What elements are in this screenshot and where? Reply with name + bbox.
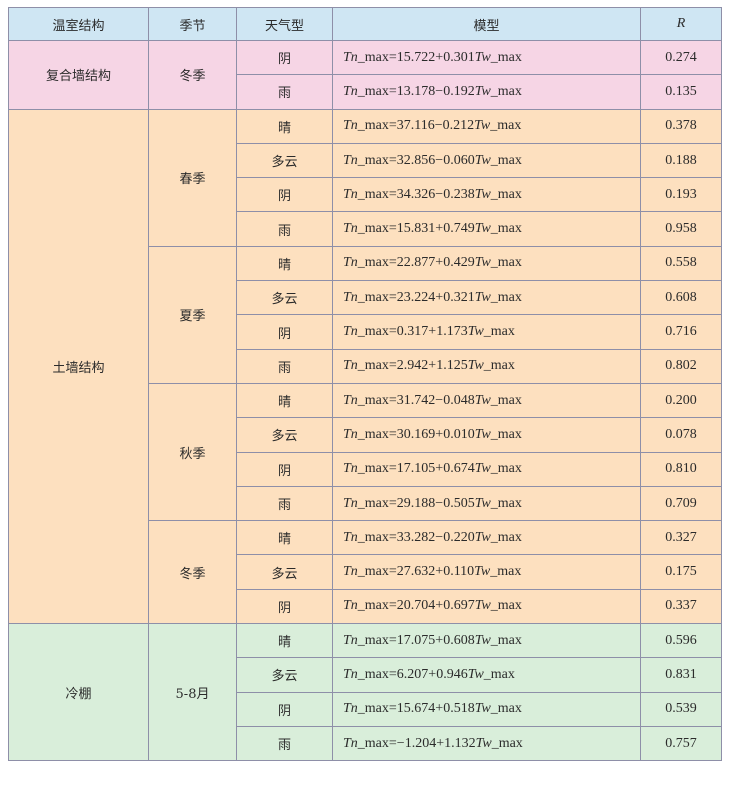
model-cell: Tn_max=13.178−0.192Tw_max xyxy=(332,74,641,110)
weather-cell: 阴 xyxy=(236,39,333,76)
table-row: 复合墙结构 冬季阴 Tn_max=15.722+0.301Tw_max 0.274 xyxy=(8,39,722,110)
header-weather-type: 天气型 xyxy=(236,7,333,41)
r-value-cell: 0.716 xyxy=(640,314,722,350)
model-cell: Tn_max=34.326−0.238Tw_max xyxy=(332,177,641,213)
weather-cell: 多云 xyxy=(236,280,333,316)
model-cell: Tn_max=17.105+0.674Tw_max xyxy=(332,451,641,487)
structure-cell: 复合墙结构 xyxy=(8,40,149,110)
weather-cell: 阴 xyxy=(236,588,333,625)
season-cell: 秋季 xyxy=(148,382,237,522)
model-cell: Tn_max=29.188−0.505Tw_max xyxy=(332,485,641,522)
model-cell: Tn_max=2.942+1.125Tw_max xyxy=(332,348,641,384)
weather-cell: 多云 xyxy=(236,554,333,590)
weather-cell: 雨 xyxy=(236,725,333,762)
r-value-cell: 0.810 xyxy=(640,451,722,487)
table-body: 复合墙结构 冬季阴 Tn_max=15.722+0.301Tw_max 0.274 雨 T… xyxy=(8,39,722,762)
structure-cell: 土墙结构 xyxy=(8,108,149,625)
model-cell: Tn_max=33.282−0.220Tw_max xyxy=(332,520,641,556)
r-value-cell: 0.608 xyxy=(640,280,722,316)
r-value-cell: 0.135 xyxy=(640,74,722,110)
header-structure: 温室结构 xyxy=(8,7,149,41)
r-value-cell: 0.078 xyxy=(640,417,722,453)
model-cell: Tn_max=6.207+0.946Tw_max xyxy=(332,657,641,693)
r-value-cell: 0.539 xyxy=(640,691,722,727)
model-cell: Tn_max=15.722+0.301Tw_max xyxy=(332,39,641,76)
table-header-row: 温室结构 季节 天气型 模型 R xyxy=(8,7,722,41)
r-value-cell: 0.175 xyxy=(640,554,722,590)
weather-cell: 阴 xyxy=(236,451,333,487)
r-value-cell: 0.193 xyxy=(640,177,722,213)
r-value-cell: 0.327 xyxy=(640,520,722,556)
weather-cell: 晴 xyxy=(236,245,333,282)
r-value-cell: 0.709 xyxy=(640,485,722,522)
model-table: 温室结构 季节 天气型 模型 R 复合墙结构 冬季阴 Tn_max=15.722+0… xyxy=(8,7,722,762)
weather-cell: 晴 xyxy=(236,623,333,659)
weather-cell: 雨 xyxy=(236,74,333,110)
model-cell: Tn_max=15.831+0.749Tw_max xyxy=(332,211,641,247)
model-cell: Tn_max=32.856−0.060Tw_max xyxy=(332,142,641,179)
r-value-cell: 0.200 xyxy=(640,382,722,419)
r-value-cell: 0.802 xyxy=(640,348,722,384)
model-cell: Tn_max=30.169+0.010Tw_max xyxy=(332,417,641,453)
weather-cell: 晴 xyxy=(236,108,333,144)
model-cell: Tn_max=0.317+1.173Tw_max xyxy=(332,314,641,350)
model-cell: Tn_max=23.224+0.321Tw_max xyxy=(332,280,641,316)
model-cell: Tn_max=27.632+0.110Tw_max xyxy=(332,554,641,590)
table-row: 土墙结构 春季晴 Tn_max=37.116−0.212Tw_max 0.378 xyxy=(8,108,722,625)
r-value-cell: 0.378 xyxy=(640,108,722,144)
model-cell: Tn_max=−1.204+1.132Tw_max xyxy=(332,725,641,762)
model-cell: Tn_max=17.075+0.608Tw_max xyxy=(332,623,641,659)
weather-cell: 雨 xyxy=(236,348,333,384)
weather-cell: 阴 xyxy=(236,691,333,727)
weather-cell: 晴 xyxy=(236,382,333,419)
r-value-cell: 0.831 xyxy=(640,657,722,693)
model-cell: Tn_max=22.877+0.429Tw_max xyxy=(332,245,641,282)
r-value-cell: 0.274 xyxy=(640,39,722,76)
r-value-cell: 0.596 xyxy=(640,623,722,659)
season-cell: 5-8月 xyxy=(148,623,237,762)
season-cell: 夏季 xyxy=(148,245,237,384)
table-row: 冷棚 5-8月晴 Tn_max=17.075+0.608Tw_max 0.596 xyxy=(8,623,722,762)
weather-cell: 雨 xyxy=(236,211,333,247)
r-value-cell: 0.958 xyxy=(640,211,722,247)
season-cell: 春季 xyxy=(148,108,237,247)
weather-cell: 多云 xyxy=(236,417,333,453)
r-value-cell: 0.558 xyxy=(640,245,722,282)
structure-cell: 冷棚 xyxy=(8,623,149,762)
weather-cell: 多云 xyxy=(236,657,333,693)
model-cell: Tn_max=15.674+0.518Tw_max xyxy=(332,691,641,727)
r-value-cell: 0.337 xyxy=(640,588,722,625)
r-value-cell: 0.188 xyxy=(640,142,722,179)
r-value-cell: 0.757 xyxy=(640,725,722,762)
weather-cell: 阴 xyxy=(236,177,333,213)
model-cell: Tn_max=37.116−0.212Tw_max xyxy=(332,108,641,144)
season-cell: 冬季 xyxy=(148,520,237,625)
header-season: 季节 xyxy=(148,7,237,41)
model-cell: Tn_max=20.704+0.697Tw_max xyxy=(332,588,641,625)
weather-cell: 多云 xyxy=(236,142,333,179)
header-r: R xyxy=(640,7,722,41)
header-model: 模型 xyxy=(332,7,641,41)
weather-cell: 晴 xyxy=(236,520,333,556)
weather-cell: 雨 xyxy=(236,485,333,522)
weather-cell: 阴 xyxy=(236,314,333,350)
model-cell: Tn_max=31.742−0.048Tw_max xyxy=(332,382,641,419)
season-cell: 冬季 xyxy=(148,40,237,110)
